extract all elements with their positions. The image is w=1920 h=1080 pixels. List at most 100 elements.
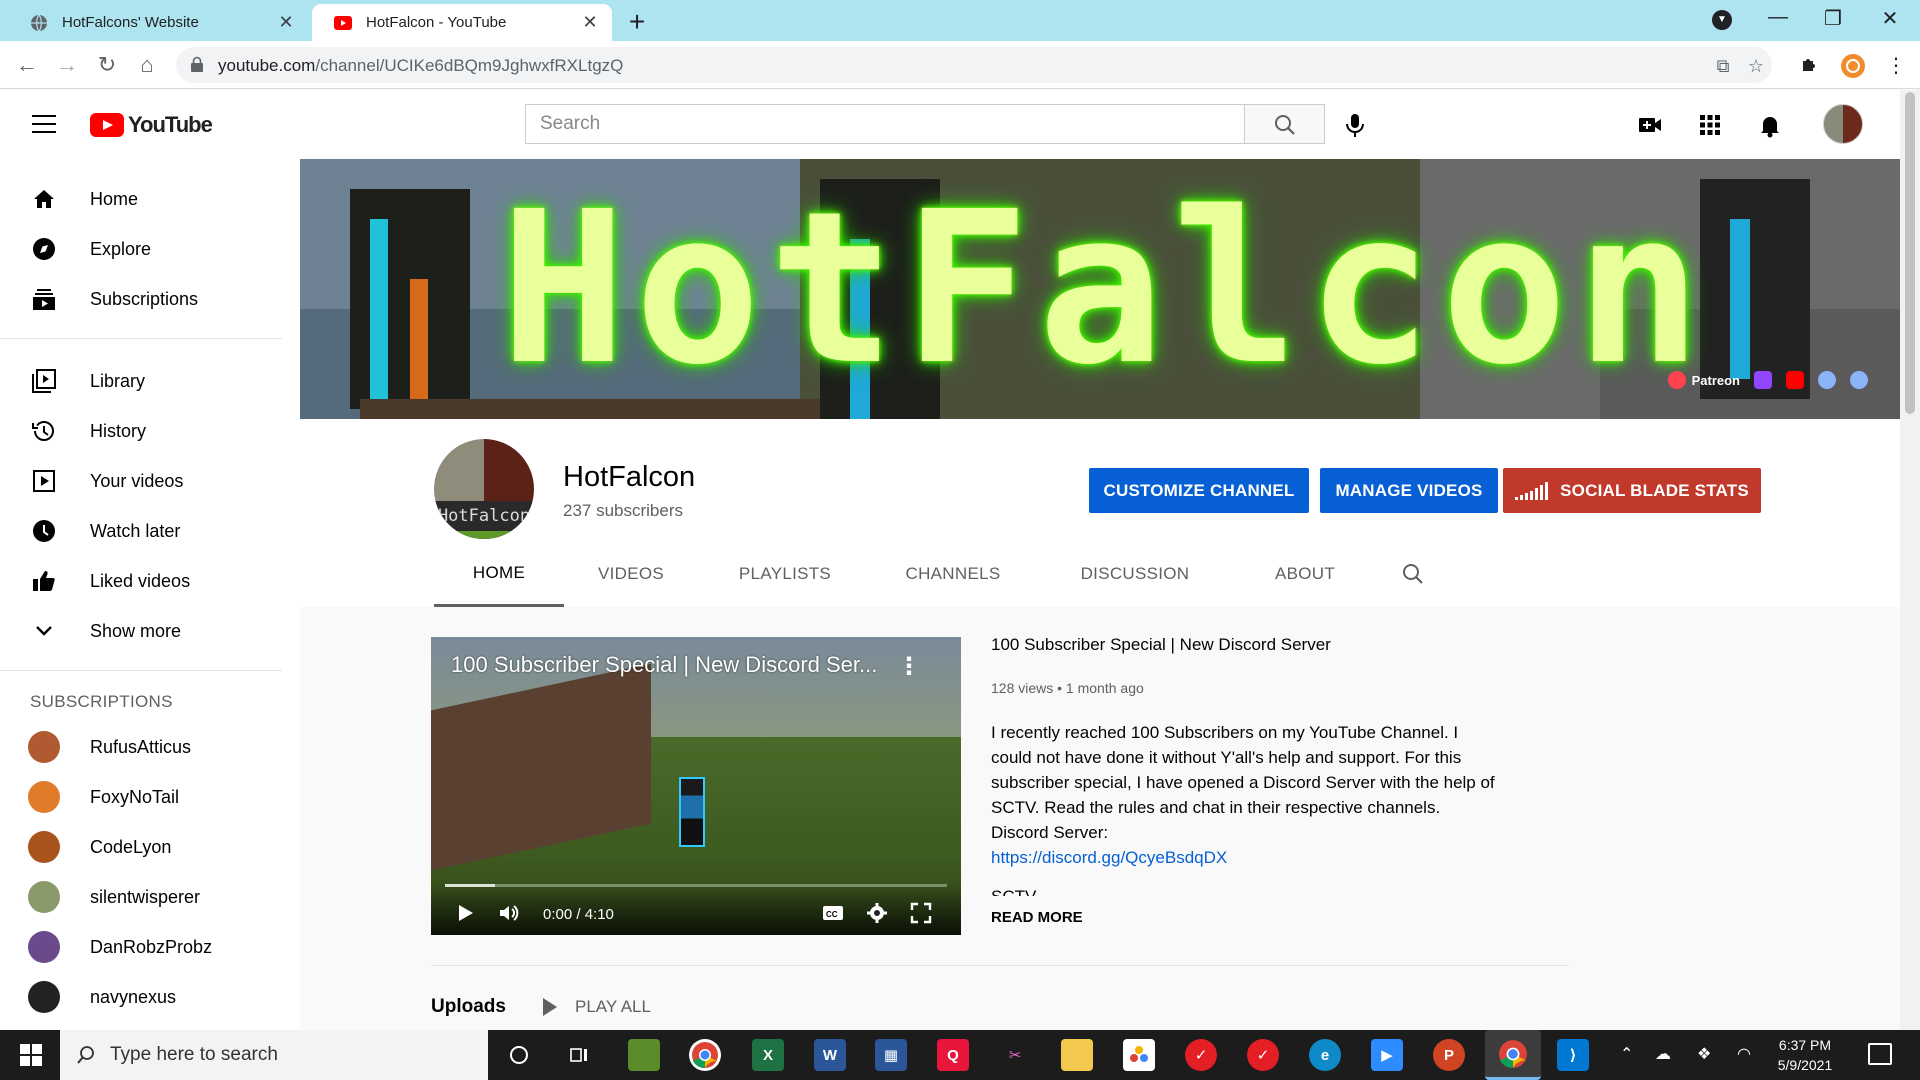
- guide-menu-icon[interactable]: [32, 115, 56, 133]
- tab-search-icon[interactable]: ▼: [1712, 10, 1732, 30]
- dropbox-icon[interactable]: ❖: [1697, 1044, 1711, 1064]
- read-more-button[interactable]: READ MORE: [991, 909, 1083, 926]
- youtube-logo[interactable]: YouTube: [90, 112, 213, 138]
- social-blade-stats-button[interactable]: SOCIAL BLADE STATS: [1503, 468, 1761, 513]
- browser-tab-website[interactable]: HotFalcons' Website ✕: [8, 4, 308, 41]
- back-arrow-icon[interactable]: ←: [12, 50, 42, 80]
- subscription-item[interactable]: silentwisperer: [0, 872, 300, 922]
- maximize-icon[interactable]: ❐: [1813, 6, 1853, 31]
- sidebar-item-library[interactable]: Library: [0, 356, 300, 406]
- chrome-active-icon[interactable]: [1485, 1030, 1541, 1080]
- profile-avatar-icon[interactable]: [1840, 53, 1866, 79]
- tab-discussion[interactable]: DISCUSSION: [1060, 541, 1210, 607]
- taskbar-clock[interactable]: 6:37 PM 5/9/2021: [1760, 1035, 1850, 1075]
- vscode-icon[interactable]: ⟩: [1557, 1039, 1589, 1071]
- page-scrollbar[interactable]: [1900, 90, 1920, 1030]
- minecraft-icon[interactable]: [628, 1039, 660, 1071]
- customize-channel-button[interactable]: CUSTOMIZE CHANNEL: [1089, 468, 1309, 513]
- globe-link-icon[interactable]: [1818, 371, 1836, 389]
- notifications-icon[interactable]: [1868, 1043, 1892, 1065]
- photos-icon[interactable]: [1123, 1039, 1155, 1071]
- address-bar[interactable]: youtube.com/channel/UCIKe6dBQm9JghwxfRXL…: [176, 47, 1772, 83]
- close-tab-icon[interactable]: ✕: [580, 12, 600, 33]
- settings-gear-icon[interactable]: [865, 901, 889, 925]
- subscription-item[interactable]: RufusAtticus: [0, 722, 300, 772]
- tab-channels[interactable]: CHANNELS: [888, 541, 1018, 607]
- onedrive-icon[interactable]: ☁: [1655, 1044, 1671, 1064]
- manage-videos-button[interactable]: MANAGE VIDEOS: [1320, 468, 1498, 513]
- subscription-item[interactable]: FoxyNoTail: [0, 772, 300, 822]
- account-avatar[interactable]: [1823, 104, 1863, 144]
- sidebar-item-subscriptions[interactable]: Subscriptions: [0, 274, 300, 324]
- play-icon[interactable]: [453, 901, 477, 925]
- subscription-item[interactable]: navynexus: [0, 972, 300, 1022]
- subscription-item[interactable]: DanRobzProbz: [0, 922, 300, 972]
- scrollbar-thumb[interactable]: [1905, 92, 1915, 414]
- notifications-bell-icon[interactable]: [1755, 110, 1785, 140]
- forward-arrow-icon[interactable]: →: [52, 50, 82, 80]
- create-video-icon[interactable]: [1635, 110, 1665, 140]
- microphone-icon[interactable]: [1340, 110, 1370, 140]
- wifi-icon[interactable]: ◠: [1737, 1044, 1751, 1064]
- subscription-item[interactable]: CodeLyon: [0, 822, 300, 872]
- browser-tab-youtube[interactable]: HotFalcon - YouTube ✕: [312, 4, 612, 41]
- zoom-icon[interactable]: ▶: [1371, 1039, 1403, 1071]
- new-tab-button[interactable]: +: [622, 6, 652, 38]
- player-more-icon[interactable]: ⋮: [897, 652, 921, 681]
- share-icon[interactable]: ⧉: [1713, 56, 1733, 76]
- reload-icon[interactable]: ↻: [92, 50, 122, 80]
- search-button[interactable]: [1245, 104, 1325, 144]
- taskbar-search[interactable]: Type here to search: [60, 1030, 488, 1080]
- windows-start-icon[interactable]: [20, 1044, 42, 1066]
- sidebar-item-show-more[interactable]: Show more: [0, 606, 300, 656]
- tab-about[interactable]: ABOUT: [1250, 541, 1360, 607]
- youtube-link-icon[interactable]: [1786, 371, 1804, 389]
- tab-videos[interactable]: VIDEOS: [576, 541, 686, 607]
- extensions-puzzle-icon[interactable]: [1797, 53, 1823, 79]
- chrome-menu-icon[interactable]: ⋮: [1883, 53, 1909, 79]
- channel-search-icon[interactable]: [1400, 561, 1426, 587]
- powerpoint-icon[interactable]: P: [1433, 1039, 1465, 1071]
- featured-video-title[interactable]: 100 Subscriber Special | New Discord Ser…: [991, 635, 1331, 655]
- tab-playlists[interactable]: PLAYLISTS: [720, 541, 850, 607]
- patreon-link[interactable]: Patreon: [1667, 371, 1740, 389]
- sidebar-item-liked-videos[interactable]: Liked videos: [0, 556, 300, 606]
- apps-grid-icon[interactable]: [1695, 110, 1725, 140]
- file-explorer-icon[interactable]: [1061, 1039, 1093, 1071]
- play-all-button[interactable]: PLAY ALL: [543, 997, 651, 1017]
- discord-link[interactable]: https://discord.gg/QcyeBsdqDX: [991, 845, 1501, 870]
- sidebar-item-home[interactable]: Home: [0, 174, 300, 224]
- sidebar-item-history[interactable]: History: [0, 406, 300, 456]
- captions-icon[interactable]: CC: [821, 901, 845, 925]
- close-window-icon[interactable]: ✕: [1870, 6, 1910, 31]
- tab-home[interactable]: HOME: [434, 541, 564, 607]
- calculator-icon[interactable]: ▦: [875, 1039, 907, 1071]
- featured-video-player[interactable]: 100 Subscriber Special | New Discord Ser…: [431, 637, 961, 935]
- chrome-icon[interactable]: [689, 1039, 721, 1071]
- snip-tool-icon[interactable]: ✂: [999, 1039, 1031, 1071]
- minimize-icon[interactable]: —: [1758, 6, 1798, 29]
- word-icon[interactable]: W: [814, 1039, 846, 1071]
- excel-icon[interactable]: X: [752, 1039, 784, 1071]
- twitch-icon[interactable]: [1754, 371, 1772, 389]
- tray-chevron-up-icon[interactable]: ⌃: [1620, 1044, 1633, 1064]
- cortana-icon[interactable]: [503, 1039, 535, 1071]
- fullscreen-icon[interactable]: [909, 901, 933, 925]
- close-tab-icon[interactable]: ✕: [276, 12, 296, 33]
- sidebar-item-watch-later[interactable]: Watch later: [0, 506, 300, 556]
- progress-bar[interactable]: [445, 884, 947, 887]
- q-app-icon[interactable]: Q: [937, 1039, 969, 1071]
- todo-check-icon-2[interactable]: ✓: [1247, 1039, 1279, 1071]
- bookmark-star-icon[interactable]: ☆: [1746, 56, 1766, 76]
- home-icon[interactable]: ⌂: [132, 50, 162, 80]
- sidebar-item-your-videos[interactable]: Your videos: [0, 456, 300, 506]
- player-title[interactable]: 100 Subscriber Special | New Discord Ser…: [451, 652, 877, 678]
- globe-link-icon[interactable]: [1850, 371, 1868, 389]
- sidebar-item-explore[interactable]: Explore: [0, 224, 300, 274]
- uploads-heading[interactable]: Uploads: [431, 996, 506, 1018]
- search-input[interactable]: [526, 105, 1226, 143]
- edge-icon[interactable]: e: [1309, 1039, 1341, 1071]
- volume-icon[interactable]: [497, 901, 521, 925]
- task-view-icon[interactable]: [563, 1039, 595, 1071]
- todo-check-icon[interactable]: ✓: [1185, 1039, 1217, 1071]
